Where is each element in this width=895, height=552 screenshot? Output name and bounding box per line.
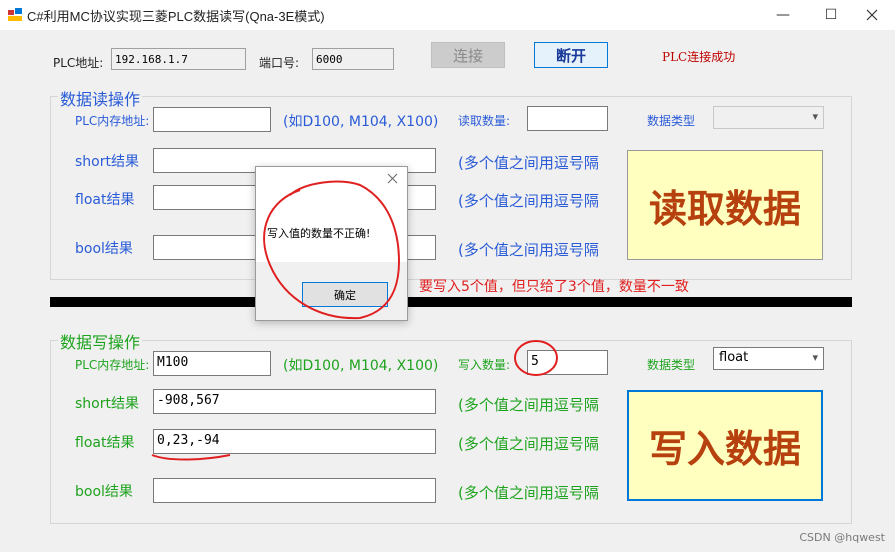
write-count-input[interactable]: 5: [527, 350, 608, 375]
read-short-label: short结果: [75, 154, 139, 170]
close-window-button[interactable]: [849, 0, 895, 30]
close-icon: [387, 173, 398, 184]
read-short-hint: (多个值之间用逗号隔: [458, 154, 599, 172]
dialog-ok-button[interactable]: 确定: [302, 282, 388, 307]
minimize-button[interactable]: —: [760, 0, 806, 30]
write-short-hint: (多个值之间用逗号隔: [458, 396, 599, 414]
port-field[interactable]: 6000: [312, 48, 394, 70]
write-mem-label: PLC内存地址:: [75, 358, 150, 372]
write-float-field[interactable]: 0,23,-94: [153, 429, 436, 454]
error-dialog: 写入值的数量不正确! 确定: [255, 166, 408, 321]
write-short-label: short结果: [75, 396, 139, 412]
write-count-label: 写入数量:: [458, 358, 511, 372]
read-type-label: 数据类型: [647, 114, 696, 128]
read-type-select[interactable]: ▾: [713, 106, 824, 129]
read-float-hint: (多个值之间用逗号隔: [458, 192, 599, 210]
window-title: C#利用MC协议实现三菱PLC数据读写(Qna-3E模式): [27, 9, 325, 24]
dialog-message: 写入值的数量不正确!: [267, 227, 371, 240]
write-bool-hint: (多个值之间用逗号隔: [458, 484, 599, 502]
minimize-icon: —: [776, 7, 790, 23]
write-data-button[interactable]: 写入数据: [627, 390, 823, 501]
read-count-label: 读取数量:: [458, 114, 511, 128]
write-mem-hint: (如D100, M104, X100): [283, 358, 439, 374]
write-short-field[interactable]: -908,567: [153, 389, 436, 414]
write-float-hint: (多个值之间用逗号隔: [458, 435, 599, 453]
plc-address-field[interactable]: 192.168.1.7: [111, 48, 246, 70]
app-icon: [8, 8, 22, 21]
dialog-close-button[interactable]: [387, 172, 398, 188]
title-bar: C#利用MC协议实现三菱PLC数据读写(Qna-3E模式) — ☐: [0, 0, 895, 30]
maximize-icon: ☐: [824, 7, 838, 23]
disconnect-button[interactable]: 断开: [534, 42, 608, 68]
write-type-value: float: [719, 350, 749, 365]
chevron-down-icon: ▾: [812, 110, 818, 123]
read-bool-hint: (多个值之间用逗号隔: [458, 241, 599, 259]
write-type-label: 数据类型: [647, 358, 696, 372]
connection-status: PLC连接成功: [662, 50, 736, 64]
section-divider: [50, 297, 852, 307]
plc-address-label: PLC地址:: [53, 56, 104, 70]
read-count-input[interactable]: [527, 106, 608, 131]
connect-button[interactable]: 连接: [431, 42, 505, 68]
read-bool-label: bool结果: [75, 241, 133, 257]
write-group-title: 数据写操作: [58, 329, 143, 353]
write-bool-field[interactable]: [153, 478, 436, 503]
read-group-title: 数据读操作: [58, 86, 143, 110]
chevron-down-icon: ▾: [812, 351, 818, 364]
read-data-button[interactable]: 读取数据: [627, 150, 823, 260]
read-mem-hint: (如D100, M104, X100): [283, 114, 439, 130]
write-float-label: float结果: [75, 435, 135, 451]
write-type-select[interactable]: float ▾: [713, 347, 824, 370]
read-mem-label: PLC内存地址:: [75, 114, 150, 128]
watermark: CSDN @hqwest: [799, 531, 885, 544]
maximize-button[interactable]: ☐: [808, 0, 854, 30]
write-mem-input[interactable]: M100: [153, 351, 271, 376]
write-bool-label: bool结果: [75, 484, 133, 500]
read-float-label: float结果: [75, 192, 135, 208]
annotation-text: 要写入5个值，但只给了3个值，数量不一致: [419, 279, 689, 295]
read-mem-input[interactable]: [153, 107, 271, 132]
port-label: 端口号:: [259, 56, 300, 70]
close-icon: [866, 9, 878, 21]
